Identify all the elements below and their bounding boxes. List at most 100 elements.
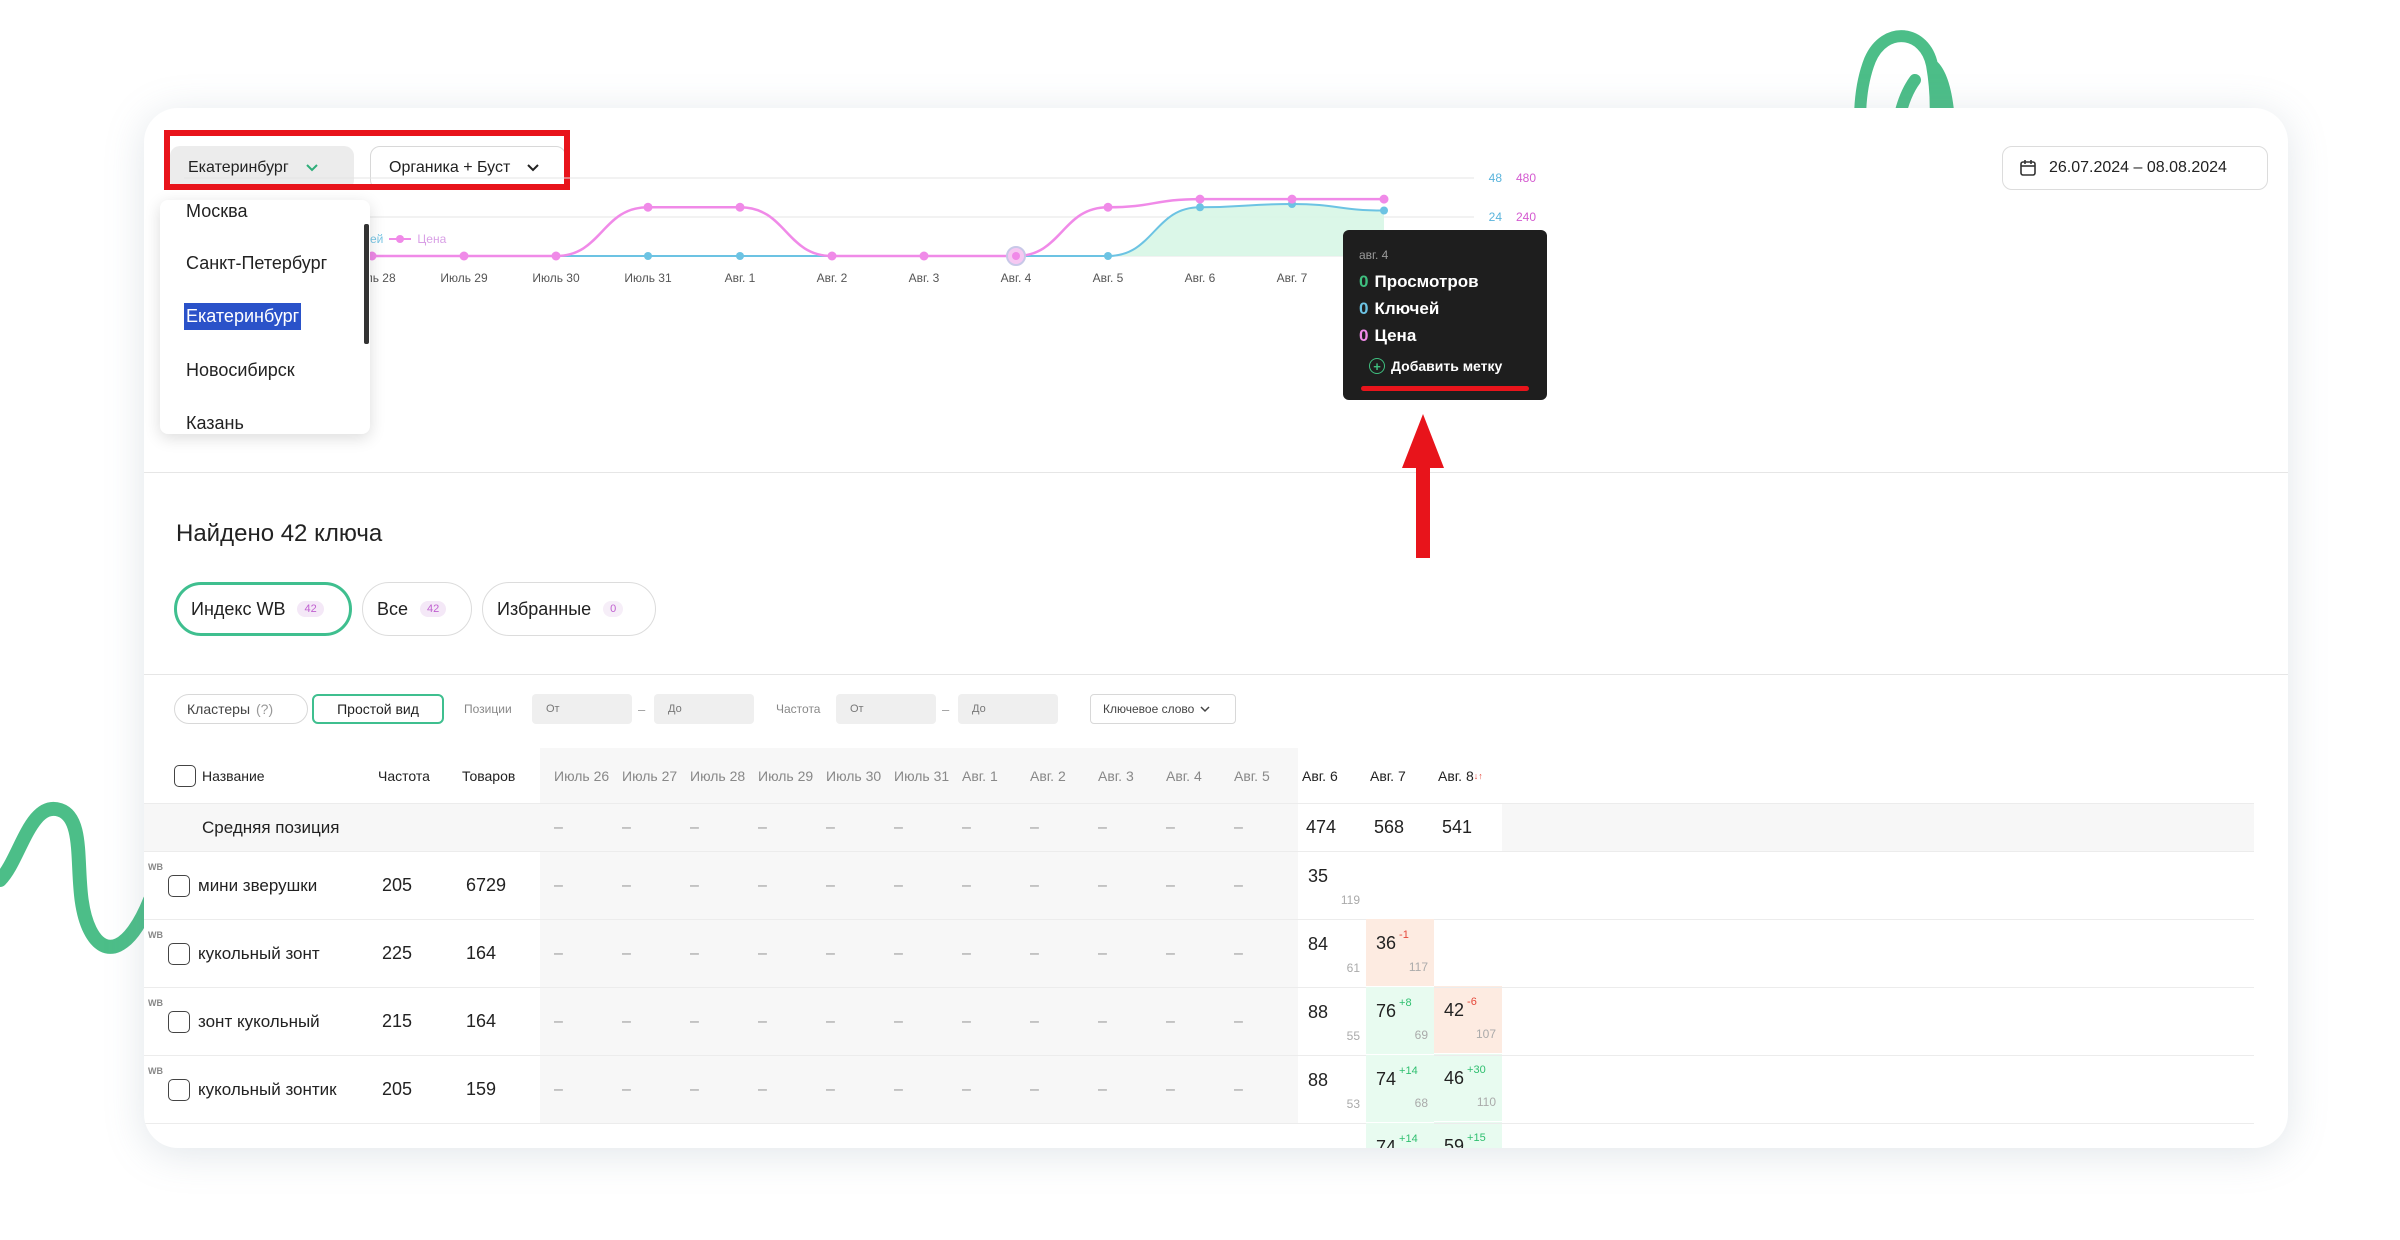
city-option-selected[interactable]: Екатеринбург <box>184 303 302 330</box>
keys-point <box>1196 203 1204 212</box>
empty-cell: – <box>1030 1080 1039 1098</box>
y-left-tick-label: 48 <box>1489 171 1503 185</box>
avg-label: Средняя позиция <box>202 817 340 837</box>
position-previous: 61 <box>1346 961 1360 975</box>
empty-cell: – <box>826 944 835 962</box>
empty-cell: – <box>894 876 903 894</box>
select-all-cell <box>174 748 204 803</box>
frequency-to-input[interactable]: До <box>958 694 1058 724</box>
price-point <box>1103 202 1113 212</box>
clusters-label: Кластеры <box>187 701 250 717</box>
empty-cell: – <box>1030 1012 1039 1030</box>
header-date[interactable]: Авг. 3 <box>1098 748 1166 803</box>
tab-count-badge: 42 <box>420 601 447 617</box>
header-products[interactable]: Товаров <box>462 748 552 803</box>
city-option[interactable]: Москва <box>184 200 249 225</box>
tab-label: Все <box>377 598 409 619</box>
positions-to-input[interactable]: До <box>654 694 754 724</box>
header-date[interactable]: Июль 27 <box>622 748 690 803</box>
header-date[interactable]: Авг. 4 <box>1166 748 1234 803</box>
tab-favorites[interactable]: Избранные 0 <box>482 582 656 636</box>
price-point <box>551 251 561 261</box>
empty-cell: – <box>1166 876 1175 894</box>
header-date[interactable]: Июль 31 <box>894 748 962 803</box>
empty-cell: – <box>690 944 699 962</box>
keys-point <box>1104 252 1112 260</box>
position-cell: 74+1465 <box>1366 1123 1434 1148</box>
keyword-name[interactable]: мини зверушки <box>198 852 368 919</box>
x-tick-label: Авг. 2 <box>817 271 848 285</box>
empty-cell: – <box>1234 818 1243 836</box>
row-checkbox[interactable] <box>168 1078 190 1101</box>
empty-cell: – <box>826 876 835 894</box>
header-date[interactable]: Июль 30 <box>826 748 894 803</box>
wb-tag: WB <box>148 930 163 940</box>
clusters-toggle[interactable]: Кластеры (?) <box>174 694 308 724</box>
divider <box>144 674 2288 675</box>
empty-cell: – <box>962 1012 971 1030</box>
empty-cell: – <box>1234 1080 1243 1098</box>
empty-cell: – <box>1234 944 1243 962</box>
keyword-name[interactable]: кукольный зонт <box>198 920 368 987</box>
city-option[interactable]: Новосибирск <box>184 357 297 384</box>
empty-cell: – <box>1166 944 1175 962</box>
header-date[interactable]: Авг. 1 <box>962 748 1030 803</box>
simple-view-toggle[interactable]: Простой вид <box>312 694 444 724</box>
keyword-select[interactable]: Ключевое слово <box>1090 694 1236 724</box>
keyword-products: 164 <box>466 1011 497 1031</box>
empty-cell: – <box>1166 1080 1175 1098</box>
position-delta: +15 <box>1467 1132 1486 1144</box>
empty-cell: – <box>894 1012 903 1030</box>
y-left-tick-label: 24 <box>1489 210 1503 224</box>
frequency-from-input[interactable]: От <box>836 694 936 724</box>
empty-cell: – <box>962 818 971 836</box>
header-frequency[interactable]: Частота <box>378 748 468 803</box>
empty-cell: – <box>894 944 903 962</box>
price-point <box>919 251 929 261</box>
header-date[interactable]: Авг. 2 <box>1030 748 1098 803</box>
row-checkbox[interactable] <box>168 874 190 897</box>
x-tick-label: Авг. 6 <box>1185 271 1216 285</box>
clusters-help-icon[interactable]: (?) <box>256 701 273 717</box>
header-date[interactable]: Авг. 6 <box>1302 748 1370 803</box>
add-mark-button[interactable]: + Добавить метку <box>1369 358 1502 374</box>
select-all-checkbox[interactable] <box>174 764 196 787</box>
tab-index-wb[interactable]: Индекс WB 42 <box>174 582 352 636</box>
empty-cell: – <box>690 818 699 836</box>
position-previous: 55 <box>1346 1029 1360 1043</box>
header-date[interactable]: Авг. 8 ↓↑ <box>1438 748 1506 803</box>
keyword-frequency: 215 <box>382 1011 413 1031</box>
empty-cell: – <box>554 944 563 962</box>
price-point <box>1287 194 1297 204</box>
empty-cell: – <box>758 1012 767 1030</box>
empty-cell: – <box>1098 944 1107 962</box>
header-date[interactable]: Авг. 7 <box>1370 748 1438 803</box>
x-tick-label: Авг. 1 <box>725 271 756 285</box>
empty-cell: – <box>554 1080 563 1098</box>
positions-from-input[interactable]: От <box>532 694 632 724</box>
price-point <box>1379 194 1389 204</box>
header-date[interactable]: Июль 28 <box>690 748 758 803</box>
header-name[interactable]: Название <box>202 748 362 803</box>
row-checkbox[interactable] <box>168 1010 190 1033</box>
keyword-name[interactable]: кукольный зонтик <box>198 1056 368 1123</box>
city-option[interactable]: Санкт-Петербург <box>184 250 329 277</box>
avg-value: 541 <box>1434 804 1502 851</box>
highlight-underline <box>1361 386 1529 391</box>
sort-icon[interactable]: ↓↑ <box>1474 771 1483 781</box>
analytics-card: Екатеринбург Органика + Буст 26.07.2024 … <box>144 108 2288 1148</box>
legend-keys: ей <box>370 232 384 246</box>
tab-all[interactable]: Все 42 <box>362 582 472 636</box>
chart-tooltip: авг. 4 0 Просмотров 0 Ключей 0 Цена + Добав… <box>1343 230 1547 400</box>
plus-circle-icon: + <box>1369 358 1385 374</box>
dropdown-scrollbar[interactable] <box>364 224 369 344</box>
header-date[interactable]: Авг. 5 <box>1234 748 1302 803</box>
header-date[interactable]: Июль 26 <box>554 748 622 803</box>
row-checkbox[interactable] <box>168 942 190 965</box>
keyword-name[interactable]: зонт кукольный <box>198 988 368 1055</box>
header-date[interactable]: Июль 29 <box>758 748 826 803</box>
row-checkbox-cell <box>168 1056 198 1123</box>
empty-cell: – <box>1098 1080 1107 1098</box>
city-option[interactable]: Казань <box>184 410 246 434</box>
range-dash: – <box>942 701 950 717</box>
